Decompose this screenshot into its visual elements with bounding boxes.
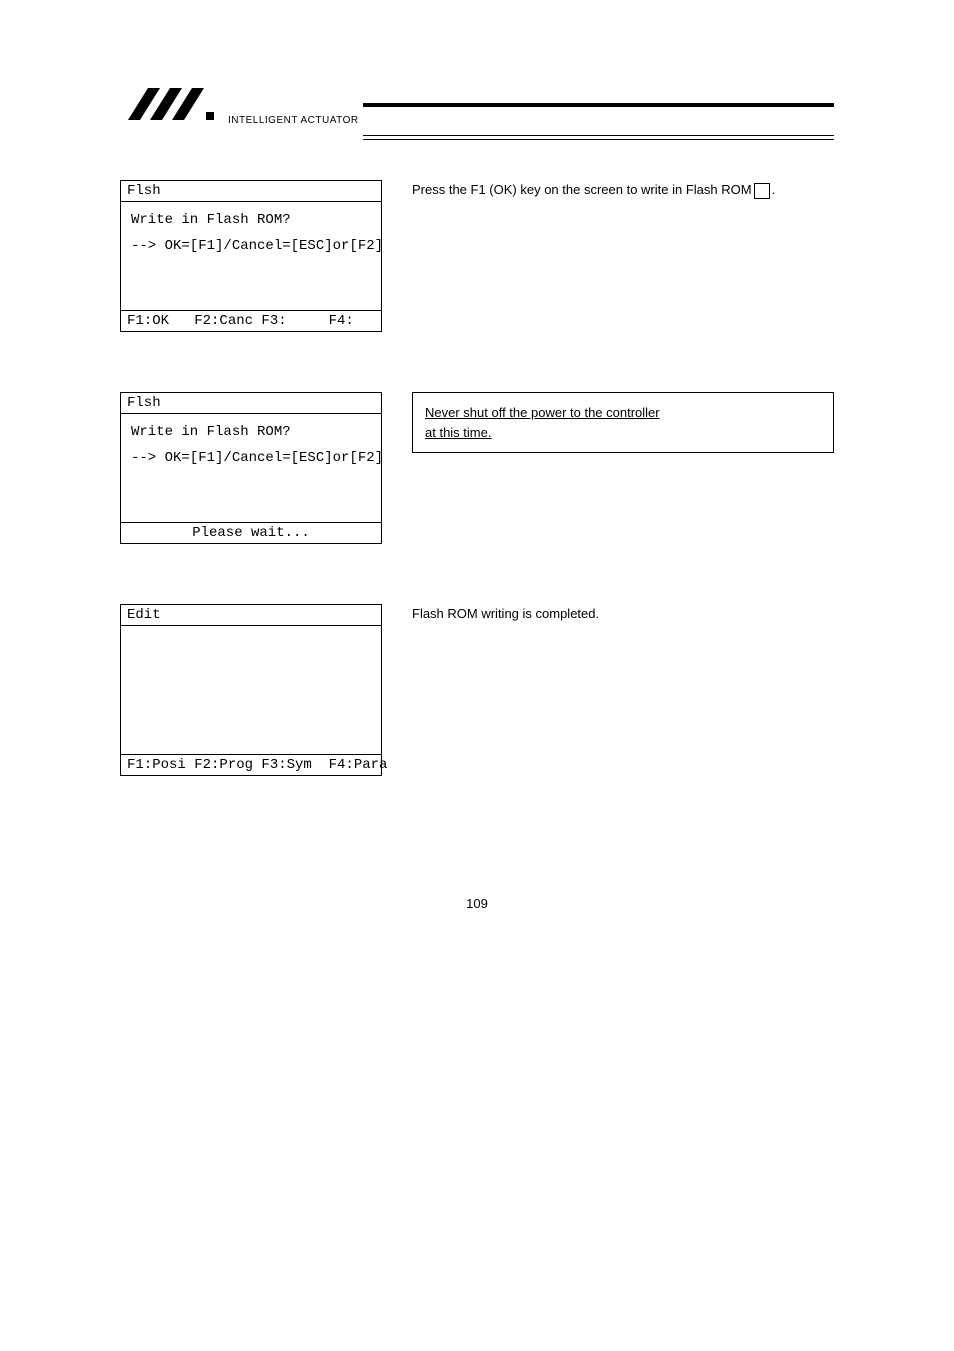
warning-line: at this time. <box>425 425 491 440</box>
logo-text: INTELLIGENT ACTUATOR <box>228 115 359 126</box>
instruction-text: Press the F1 (OK) key on the screen to w… <box>412 180 834 201</box>
header-logo-row: INTELLIGENT ACTUATOR <box>120 80 834 140</box>
lcd-footer: F1:Posi F2:Prog F3:Sym F4:Para <box>121 754 381 775</box>
lcd-screen-edit: Edit F1:Posi F2:Prog F3:Sym F4:Para <box>120 604 382 776</box>
lcd-line: Write in Flash ROM? <box>131 212 375 228</box>
header-rules <box>363 103 834 140</box>
lcd-screen-flash-wait: Flsh Write in Flash ROM? --> OK=[F1]/Can… <box>120 392 382 544</box>
brand-logo: INTELLIGENT ACTUATOR <box>120 80 359 140</box>
warning-box: Never shut off the power to the controll… <box>412 392 834 453</box>
lcd-footer: F1:OK F2:Canc F3: F4: <box>121 310 381 331</box>
lcd-line: Write in Flash ROM? <box>131 424 375 440</box>
instruction-text: Flash ROM writing is completed. <box>412 604 834 625</box>
lcd-footer: Please wait... <box>121 522 381 543</box>
lcd-title: Flsh <box>121 181 381 202</box>
lcd-line: --> OK=[F1]/Cancel=[ESC]or[F2] <box>131 238 375 254</box>
lcd-title: Flsh <box>121 393 381 414</box>
lcd-line: --> OK=[F1]/Cancel=[ESC]or[F2] <box>131 450 375 466</box>
lcd-title: Edit <box>121 605 381 626</box>
page-number: 109 <box>120 896 834 911</box>
warning-line: Never shut off the power to the controll… <box>425 405 660 420</box>
key-icon <box>754 183 770 199</box>
lcd-screen-flash-confirm: Flsh Write in Flash ROM? --> OK=[F1]/Can… <box>120 180 382 332</box>
